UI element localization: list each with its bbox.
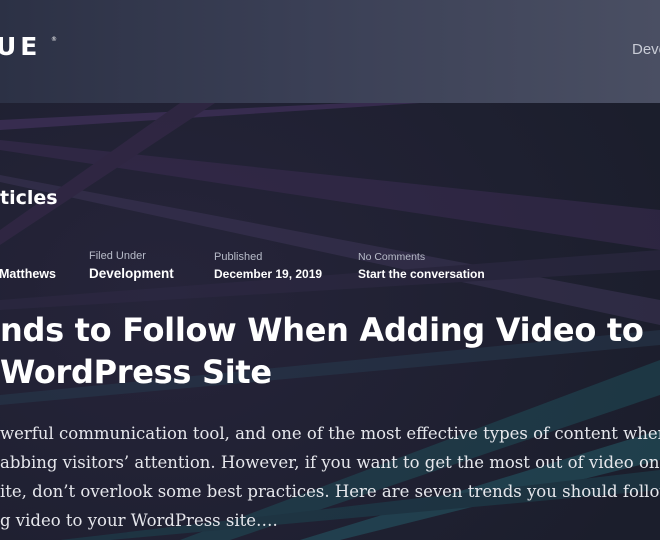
comments-label: No Comments: [358, 251, 426, 263]
excerpt-line-1: werful communication tool, and one of th…: [0, 424, 660, 443]
comments-link[interactable]: Start the conversation: [358, 267, 485, 281]
article-title-line-2: WordPress Site: [0, 353, 272, 391]
excerpt-line-2: abbing visitors’ attention. However, if …: [0, 453, 660, 472]
excerpt-line-3: ite, don’t overlook some best practices.…: [0, 482, 660, 501]
article-title[interactable]: nds to Follow When Adding Video to WordP…: [0, 309, 660, 393]
category-label: Filed Under: [89, 250, 146, 262]
nav-item-development[interactable]: Deve: [632, 41, 660, 58]
article-content: ticles Matthews Filed Under Development …: [0, 103, 660, 540]
section-title: ticles: [0, 187, 58, 209]
author-name[interactable]: Matthews: [0, 267, 56, 281]
excerpt-line-4: g video to your WordPress site….: [0, 511, 278, 530]
article-title-line-1: nds to Follow When Adding Video to: [0, 311, 644, 349]
site-logo[interactable]: UE: [0, 33, 41, 61]
published-date: December 19, 2019: [214, 267, 323, 281]
published-label: Published: [214, 251, 263, 263]
page: UE ® Deve ticles Matthews Filed Under De…: [0, 0, 660, 540]
article-excerpt: werful communication tool, and one of th…: [0, 419, 660, 535]
site-header: UE ® Deve: [0, 0, 660, 103]
category-link[interactable]: Development: [89, 266, 174, 281]
logo-registered-mark: ®: [51, 36, 57, 43]
